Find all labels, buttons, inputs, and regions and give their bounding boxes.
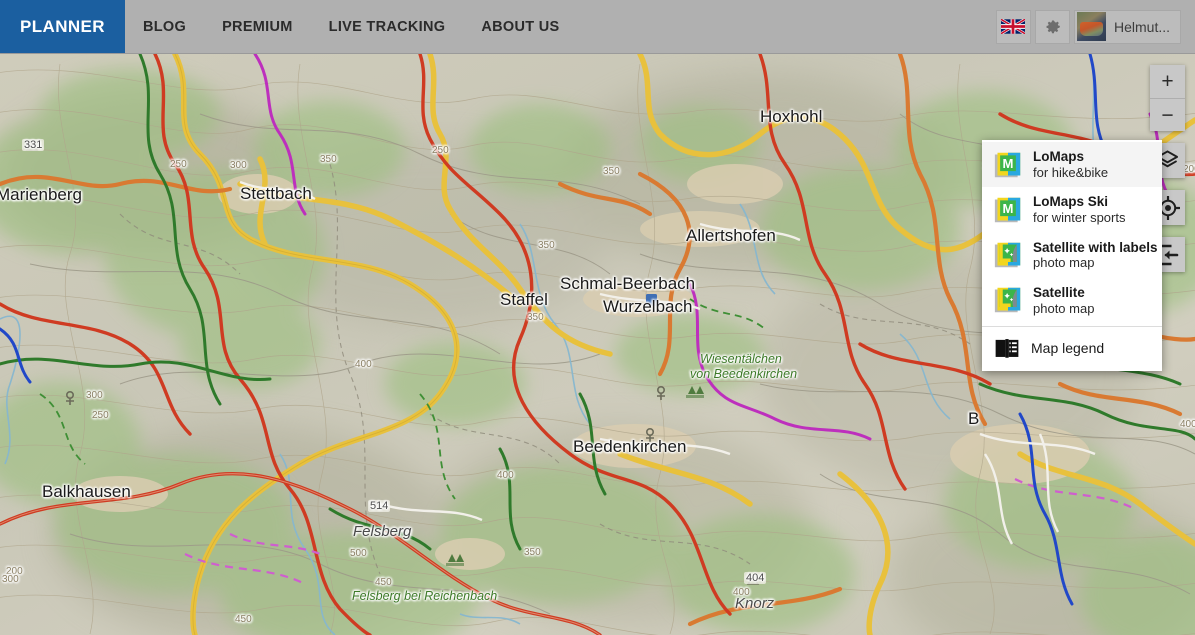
map-legend-label: Map legend [1031,340,1105,356]
layer-option-texts: Satellite with labels photo map [1033,240,1158,271]
layer-title: Satellite with labels [1033,239,1158,255]
lomaps-icon: M [994,152,1021,177]
zoom-controls: + − [1150,65,1185,131]
header-right-controls: Helmut... [995,0,1195,53]
map-layers-dropdown: M LoMaps for hike&bike M LoMaps Ski for … [982,140,1162,371]
satellite-icon [994,288,1021,313]
layer-option-satellite[interactable]: Satellite photo map [982,278,1162,323]
nav-item-label: ABOUT US [481,18,560,35]
settings-button[interactable] [1034,9,1070,44]
zoom-out-label: − [1161,103,1174,127]
nav-item-live-tracking[interactable]: LIVE TRACKING [311,0,464,53]
layer-option-texts: LoMaps for hike&bike [1033,149,1108,180]
zoom-out-button[interactable]: − [1150,98,1185,131]
language-button[interactable] [995,9,1031,44]
gear-icon [1046,20,1061,34]
layer-title: LoMaps [1033,149,1085,164]
nav-item-about-us[interactable]: ABOUT US [463,0,577,53]
zoom-in-label: + [1161,70,1174,93]
nav-brand-planner[interactable]: PLANNER [0,0,125,53]
map-legend-button[interactable]: Map legend [982,327,1162,371]
layer-subtitle: photo map [1033,300,1095,316]
top-navigation-bar: PLANNER BLOG PREMIUM LIVE TRACKING ABOUT… [0,0,1195,54]
lomaps-ski-icon: M [994,197,1021,223]
svg-text:M: M [1003,156,1014,171]
book-icon [995,339,1019,358]
layer-option-lomaps-ski[interactable]: M LoMaps Ski for winter sports [982,187,1162,232]
avatar [1076,12,1106,41]
nav-item-label: BLOG [142,18,187,35]
nav-item-label: PREMIUM [222,18,293,35]
layer-subtitle: for winter sports [1033,210,1126,226]
map-viewport[interactable]: Hoxhohl Allertshofen Stettbach Marienberg Sc… [0,54,1195,635]
layer-option-lomaps[interactable]: M LoMaps for hike&bike [982,142,1162,188]
layer-option-texts: LoMaps Ski for winter sports [1033,194,1125,225]
layer-title: Satellite [1033,284,1085,300]
user-name-label: Helmut... [1113,18,1170,35]
layer-option-satellite-with-labels[interactable]: Satellite with labels photo map [982,233,1162,278]
layer-subtitle: for hike&bike [1033,164,1109,180]
layer-title: LoMaps Ski [1033,194,1109,210]
zoom-in-button[interactable]: + [1150,65,1185,98]
nav-items: BLOG PREMIUM LIVE TRACKING ABOUT US [125,0,577,53]
svg-text:M: M [1003,201,1014,216]
nav-item-label: LIVE TRACKING [328,18,446,35]
nav-brand-label: PLANNER [20,16,105,36]
satellite-labels-icon [994,242,1021,268]
user-account-button[interactable]: Helmut... [1073,9,1181,44]
layer-option-texts: Satellite photo map [1033,285,1094,316]
layer-subtitle: photo map [1033,255,1095,271]
nav-item-blog[interactable]: BLOG [125,0,204,53]
uk-flag-icon [1001,19,1026,34]
header-spacer [577,0,996,53]
nav-item-premium[interactable]: PREMIUM [204,0,311,53]
